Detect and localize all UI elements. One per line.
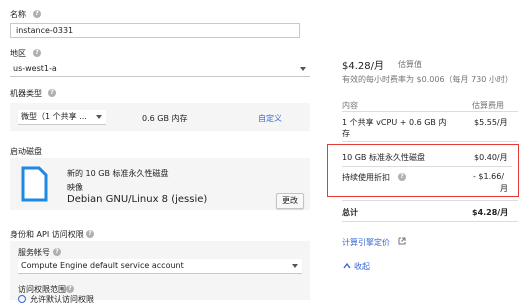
zone-select[interactable]: us-west1-a: [10, 62, 310, 77]
boot-disk-image: Debian GNU/Linux 8 (jessie): [67, 194, 208, 205]
identity-help-icon[interactable]: ?: [86, 230, 94, 238]
zone-label: 地区: [10, 49, 26, 58]
price-row-item: 10 GB 标准永久性磁盘: [342, 153, 425, 162]
machine-type-select-value: 微型（1 个共享 ...: [21, 112, 87, 121]
price-row-item-cont: 存: [342, 129, 350, 138]
zone-help-icon[interactable]: ?: [33, 49, 41, 57]
price-row-cost-cont: 月: [500, 184, 508, 193]
price-row-item: 1 个共享 vCPU + 0.6 GB 内: [342, 118, 447, 127]
calculator-link[interactable]: 计算引擎定价: [342, 237, 390, 248]
price-row-cost: $5.55/月: [474, 118, 508, 127]
machine-type-label: 机器类型: [10, 89, 42, 98]
divider: [342, 200, 518, 201]
open-in-new-icon[interactable]: [398, 237, 406, 245]
customize-link[interactable]: 自定义: [258, 113, 282, 124]
divider: [342, 111, 518, 112]
chevron-down-icon: [300, 67, 306, 71]
memory-text: 0.6 GB 内存: [142, 114, 188, 123]
service-account-value: Compute Engine default service account: [21, 261, 184, 270]
effective-rate: 有效的每小时费率为 $0.006（每月 730 小时）: [342, 75, 513, 84]
machine-type-select[interactable]: 微型（1 个共享 ...: [18, 110, 106, 125]
price-row-cost: $0.40/月: [474, 153, 508, 162]
divider: [342, 141, 518, 142]
monthly-price: $4.28/月: [342, 61, 384, 72]
total-value: $4.28/月: [472, 208, 509, 217]
chevron-up-icon[interactable]: [343, 262, 351, 270]
boot-disk-image-label: 映像: [67, 183, 83, 192]
name-label: 名称: [10, 10, 26, 19]
machine-type-help-icon[interactable]: ?: [48, 89, 56, 97]
total-label: 总计: [342, 208, 358, 217]
estimate-tag: 估算值: [398, 60, 422, 69]
divider: [342, 166, 512, 167]
collapse-link[interactable]: 收起: [354, 261, 370, 272]
discount-help-icon[interactable]: ?: [398, 173, 406, 181]
chevron-down-icon: [96, 115, 102, 119]
name-input[interactable]: instance-0331: [10, 23, 300, 38]
boot-disk-title: 新的 10 GB 标准永久性磁盘: [67, 169, 169, 178]
divider: [342, 221, 518, 222]
name-help-icon[interactable]: ?: [33, 10, 41, 18]
service-account-select[interactable]: Compute Engine default service account: [18, 259, 302, 274]
boot-disk-label: 启动磁盘: [10, 147, 42, 156]
service-account-help-icon[interactable]: ?: [53, 248, 61, 256]
change-button[interactable]: 更改: [276, 193, 304, 209]
price-row-item: 持续使用折扣: [342, 173, 390, 182]
zone-select-value: us-west1-a: [13, 64, 57, 73]
chevron-down-icon: [292, 264, 298, 268]
price-row-cost: - $1.66/: [473, 172, 505, 181]
col-item-header: 内容: [342, 101, 358, 110]
access-scope-help-icon[interactable]: ?: [66, 285, 74, 293]
access-scope-radio[interactable]: [18, 295, 26, 303]
disk-icon: [21, 166, 48, 202]
service-account-label: 服务帐号: [18, 248, 50, 257]
col-cost-header: 估算费用: [472, 101, 504, 110]
identity-label: 身份和 API 访问权限: [10, 230, 84, 239]
